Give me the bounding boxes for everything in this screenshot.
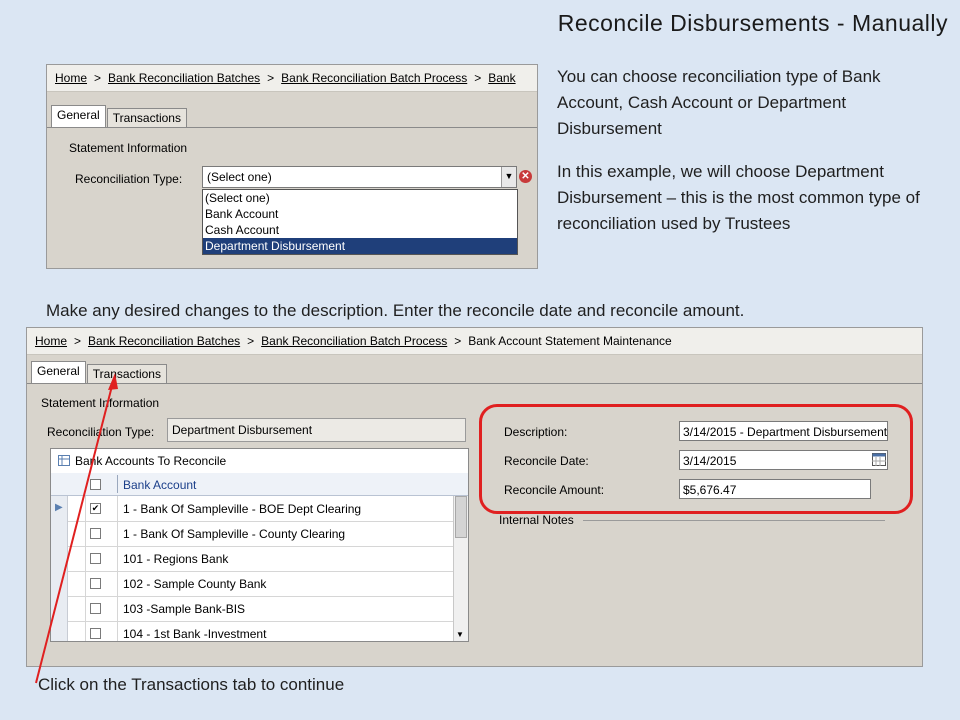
pointer-arrow bbox=[35, 373, 118, 684]
